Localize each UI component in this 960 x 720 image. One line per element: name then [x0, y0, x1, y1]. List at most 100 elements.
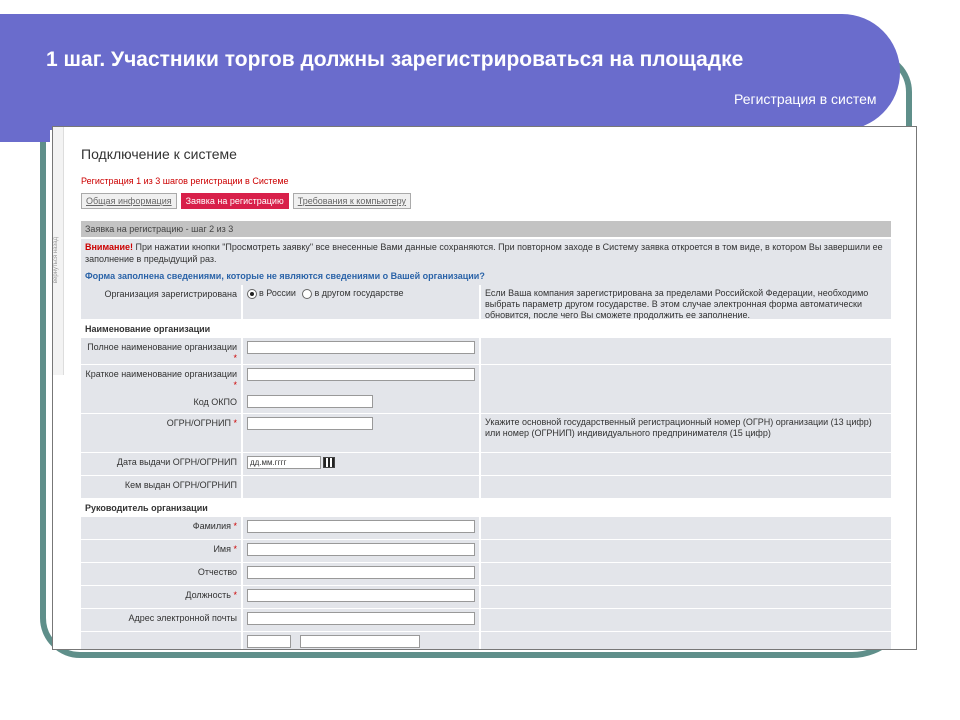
okpo-input[interactable] [247, 395, 373, 408]
field-label: Краткое наименование организации * Код О… [81, 365, 241, 413]
section-head: Руководитель организации [81, 499, 891, 517]
radio-russia[interactable] [247, 288, 257, 299]
field-input-cell [243, 632, 479, 649]
field-input-cell [243, 365, 479, 413]
section-org-name: Наименование организации [81, 320, 891, 338]
warning-label: Внимание! [85, 242, 133, 252]
first-name-input[interactable] [247, 543, 475, 556]
registration-screenshot: вернуться назад Подключение к системе Ре… [52, 126, 917, 650]
ogrn-date-row: Дата выдачи ОГРН/ОГРНИП дд.мм.гггг [81, 453, 891, 476]
field-row: Адрес электронной почты [81, 609, 891, 632]
radio-other-country[interactable] [302, 288, 313, 299]
required-mark: * [233, 590, 237, 600]
field-label-text: Полное наименование организации [87, 342, 237, 352]
surname-input[interactable] [247, 520, 475, 533]
ogrn-issuer-cell [243, 476, 479, 498]
field-hint-cell [481, 517, 891, 539]
org-registered-hint: Если Ваша компания зарегистрирована за п… [481, 285, 891, 320]
field-row: Должность * [81, 586, 891, 609]
ogrn-label: ОГРН/ОГРНИП * [81, 414, 241, 452]
warning-box: Внимание! При нажатии кнопки "Просмотрет… [81, 239, 891, 271]
field-input-cell [243, 563, 479, 585]
required-mark: * [233, 353, 237, 363]
field-hint-cell [481, 453, 891, 475]
field-label: Фамилия * [81, 517, 241, 539]
field-input-cell [243, 517, 479, 539]
step-note: Регистрация 1 из 3 шагов регистрации в С… [81, 176, 289, 186]
field-hint-cell [481, 609, 891, 631]
field-input-cell [243, 338, 479, 364]
field-label-text: Отчество [197, 567, 237, 577]
ogrn-date-input-cell: дд.мм.гггг [243, 453, 479, 475]
required-mark: * [233, 544, 237, 554]
side-strip: вернуться назад [53, 127, 64, 375]
field-input-cell [243, 609, 479, 631]
org-registered-row: Организация зарегистрирована в России в … [81, 285, 891, 320]
ogrn-hint: Укажите основной государственный регистр… [481, 414, 891, 452]
tab-computer-requirements[interactable]: Требования к компьютеру [292, 193, 412, 209]
ogrn-input-cell [243, 414, 479, 452]
calendar-icon[interactable] [323, 457, 335, 468]
radio-other-country-label: в другом государстве [314, 288, 404, 298]
title-banner [0, 14, 900, 130]
org-registered-options: в России в другом государстве [243, 285, 479, 319]
full-name-input[interactable] [247, 341, 475, 354]
field-hint-cell [481, 632, 891, 649]
ogrn-row: ОГРН/ОГРНИП * Укажите основной государст… [81, 414, 891, 453]
ogrn-date-label: Дата выдачи ОГРН/ОГРНИП [81, 453, 241, 475]
field-row: Полное наименование организации * [81, 338, 891, 365]
banner-edge [0, 126, 50, 142]
required-mark: * [233, 521, 237, 531]
required-mark: * [233, 380, 237, 390]
tab-general-info[interactable]: Общая информация [81, 193, 177, 209]
field-label-text: Краткое наименование организации [85, 369, 237, 379]
field-row: Отчество [81, 563, 891, 586]
field-label: Должность * [81, 586, 241, 608]
radio-russia-label: в России [259, 288, 296, 298]
org-registered-label: Организация зарегистрирована [81, 285, 241, 319]
field-label [81, 632, 241, 649]
ogrn-issuer-label: Кем выдан ОГРН/ОГРНИП [81, 476, 241, 498]
field-label-text: Имя [213, 544, 231, 554]
patronymic-input[interactable] [247, 566, 475, 579]
field-label-text: Должность [185, 590, 231, 600]
field-label: Имя * [81, 540, 241, 562]
ogrn-issuer-row: Кем выдан ОГРН/ОГРНИП [81, 476, 891, 499]
step-bar: Заявка на регистрацию - шаг 2 из 3 [81, 221, 891, 237]
ogrn-date-input[interactable]: дд.мм.гггг [247, 456, 321, 469]
phone-number-input[interactable] [299, 635, 420, 648]
side-back-link[interactable]: вернуться назад [53, 237, 63, 283]
field-row: Имя * [81, 540, 891, 563]
tab-registration-request[interactable]: Заявка на регистрацию [180, 193, 289, 209]
field-label: Адрес электронной почты [81, 609, 241, 631]
form-question-link[interactable]: Форма заполнена сведениями, которые не я… [81, 271, 891, 285]
page-title: Подключение к системе [81, 146, 237, 162]
ogrn-input[interactable] [247, 417, 373, 430]
registration-form: Организация зарегистрирована в России в … [81, 285, 891, 649]
phone-code-input[interactable] [247, 635, 291, 648]
field-hint-cell [481, 338, 891, 364]
field-label: Отчество [81, 563, 241, 585]
field-input-cell [243, 586, 479, 608]
field-row-partial [81, 632, 891, 649]
ogrn-label-text: ОГРН/ОГРНИП [166, 418, 231, 428]
field-hint-cell [481, 365, 891, 413]
field-label-text: Фамилия [192, 521, 231, 531]
okpo-label: Код ОКПО [193, 397, 237, 407]
required-mark: * [233, 418, 237, 428]
field-hint-cell [481, 563, 891, 585]
position-input[interactable] [247, 589, 475, 602]
tab-bar: Общая информация Заявка на регистрацию Т… [81, 193, 412, 209]
field-hint-cell [481, 540, 891, 562]
slide-subtitle: Регистрация в систем [734, 91, 877, 107]
field-hint-cell [481, 586, 891, 608]
field-input-cell [243, 540, 479, 562]
field-row: Краткое наименование организации * Код О… [81, 365, 891, 414]
field-hint-cell [481, 476, 891, 498]
email-input[interactable] [247, 612, 475, 625]
field-row: Фамилия * [81, 517, 891, 540]
slide-title: 1 шаг. Участники торгов должны зарегистр… [46, 48, 744, 71]
field-label-text: Адрес электронной почты [128, 613, 237, 623]
field-label: Полное наименование организации * [81, 338, 241, 364]
short-name-input[interactable] [247, 368, 475, 381]
